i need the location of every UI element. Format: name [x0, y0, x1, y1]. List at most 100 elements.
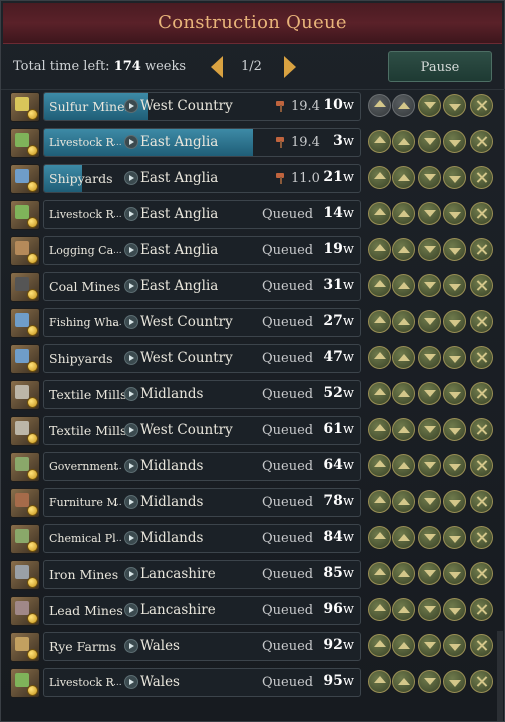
move-down-button[interactable]	[418, 238, 441, 261]
cancel-construction-button[interactable]	[470, 166, 493, 189]
move-down-button[interactable]	[418, 94, 441, 117]
move-down-button[interactable]	[418, 274, 441, 297]
cancel-construction-button[interactable]	[470, 382, 493, 405]
move-to-bottom-button[interactable]	[443, 94, 466, 117]
move-up-button[interactable]	[392, 274, 415, 297]
move-to-bottom-button[interactable]	[443, 130, 466, 153]
move-to-top-button[interactable]	[368, 490, 391, 513]
move-up-button[interactable]	[392, 490, 415, 513]
move-up-button[interactable]	[392, 526, 415, 549]
queue-row[interactable]: Livestock R ... East Anglia 19.4 3w	[1, 127, 505, 161]
move-down-button[interactable]	[418, 346, 441, 369]
cancel-construction-button[interactable]	[470, 310, 493, 333]
move-down-button[interactable]	[418, 598, 441, 621]
construction-progress-bar[interactable]: Sulfur Mines West Country 19.4 10w	[43, 92, 361, 121]
queue-row[interactable]: Sulfur Mines West Country 19.4 10w	[1, 91, 505, 125]
queue-row[interactable]: Livestock R ... East Anglia Queued 14w	[1, 199, 505, 233]
cancel-construction-button[interactable]	[470, 562, 493, 585]
pause-button[interactable]: Pause	[388, 51, 492, 82]
construction-progress-bar[interactable]: Livestock R ... East Anglia Queued 14w	[43, 200, 361, 229]
queue-row[interactable]: Textile Mills Midlands Queued 52w	[1, 379, 505, 413]
cancel-construction-button[interactable]	[470, 202, 493, 225]
move-down-button[interactable]	[418, 202, 441, 225]
move-to-top-button[interactable]	[368, 274, 391, 297]
cancel-construction-button[interactable]	[470, 130, 493, 153]
move-to-top-button[interactable]	[368, 310, 391, 333]
queue-row[interactable]: Lead Mines Lancashire Queued 96w	[1, 595, 505, 629]
move-to-top-button[interactable]	[368, 418, 391, 441]
move-to-bottom-button[interactable]	[443, 490, 466, 513]
move-up-button[interactable]	[392, 346, 415, 369]
construction-progress-bar[interactable]: Logging Ca ... East Anglia Queued 19w	[43, 236, 361, 265]
construction-progress-bar[interactable]: Lead Mines Lancashire Queued 96w	[43, 596, 361, 625]
move-to-bottom-button[interactable]	[443, 346, 466, 369]
queue-row[interactable]: Fishing Wha ... West Country Queued 27w	[1, 307, 505, 341]
move-to-bottom-button[interactable]	[443, 670, 466, 693]
cancel-construction-button[interactable]	[470, 238, 493, 261]
move-to-bottom-button[interactable]	[443, 238, 466, 261]
cancel-construction-button[interactable]	[470, 418, 493, 441]
move-up-button[interactable]	[392, 202, 415, 225]
move-up-button[interactable]	[392, 310, 415, 333]
move-up-button[interactable]	[392, 382, 415, 405]
construction-progress-bar[interactable]: Shipyards West Country Queued 47w	[43, 344, 361, 373]
queue-row[interactable]: Shipyards East Anglia 11.0 21w	[1, 163, 505, 197]
construction-progress-bar[interactable]: Livestock R ... Wales Queued 95w	[43, 668, 361, 697]
move-to-bottom-button[interactable]	[443, 310, 466, 333]
move-to-top-button[interactable]	[368, 598, 391, 621]
move-down-button[interactable]	[418, 562, 441, 585]
move-to-bottom-button[interactable]	[443, 382, 466, 405]
move-up-button[interactable]	[392, 238, 415, 261]
move-down-button[interactable]	[418, 310, 441, 333]
construction-progress-bar[interactable]: Government ... Midlands Queued 64w	[43, 452, 361, 481]
move-down-button[interactable]	[418, 418, 441, 441]
move-up-button[interactable]	[392, 562, 415, 585]
cancel-construction-button[interactable]	[470, 526, 493, 549]
move-down-button[interactable]	[418, 526, 441, 549]
move-up-button[interactable]	[392, 166, 415, 189]
move-to-bottom-button[interactable]	[443, 526, 466, 549]
move-to-bottom-button[interactable]	[443, 598, 466, 621]
cancel-construction-button[interactable]	[470, 490, 493, 513]
queue-row[interactable]: Logging Ca ... East Anglia Queued 19w	[1, 235, 505, 269]
construction-progress-bar[interactable]: Shipyards East Anglia 11.0 21w	[43, 164, 361, 193]
cancel-construction-button[interactable]	[470, 598, 493, 621]
move-down-button[interactable]	[418, 454, 441, 477]
move-to-top-button[interactable]	[368, 670, 391, 693]
move-to-top-button[interactable]	[368, 634, 391, 657]
construction-progress-bar[interactable]: Textile Mills Midlands Queued 52w	[43, 380, 361, 409]
queue-row[interactable]: Livestock R ... Wales Queued 95w	[1, 667, 505, 701]
move-up-button[interactable]	[392, 94, 415, 117]
move-to-top-button[interactable]	[368, 94, 391, 117]
move-to-top-button[interactable]	[368, 382, 391, 405]
move-to-top-button[interactable]	[368, 454, 391, 477]
queue-row[interactable]: Shipyards West Country Queued 47w	[1, 343, 505, 377]
previous-page-button[interactable]	[211, 56, 223, 78]
move-to-bottom-button[interactable]	[443, 562, 466, 585]
queue-row[interactable]: Coal Mines East Anglia Queued 31w	[1, 271, 505, 305]
construction-progress-bar[interactable]: Livestock R ... East Anglia 19.4 3w	[43, 128, 361, 157]
queue-row[interactable]: Chemical Pl ... Midlands Queued 84w	[1, 523, 505, 557]
cancel-construction-button[interactable]	[470, 346, 493, 369]
construction-progress-bar[interactable]: Rye Farms Wales Queued 92w	[43, 632, 361, 661]
move-to-top-button[interactable]	[368, 202, 391, 225]
cancel-construction-button[interactable]	[470, 670, 493, 693]
cancel-construction-button[interactable]	[470, 454, 493, 477]
move-down-button[interactable]	[418, 130, 441, 153]
move-down-button[interactable]	[418, 490, 441, 513]
construction-progress-bar[interactable]: Fishing Wha ... West Country Queued 27w	[43, 308, 361, 337]
move-to-bottom-button[interactable]	[443, 274, 466, 297]
queue-row[interactable]: Textile Mills West Country Queued 61w	[1, 415, 505, 449]
cancel-construction-button[interactable]	[470, 94, 493, 117]
construction-progress-bar[interactable]: Coal Mines East Anglia Queued 31w	[43, 272, 361, 301]
construction-progress-bar[interactable]: Furniture M ... Midlands Queued 78w	[43, 488, 361, 517]
move-up-button[interactable]	[392, 418, 415, 441]
move-up-button[interactable]	[392, 130, 415, 153]
move-down-button[interactable]	[418, 670, 441, 693]
construction-progress-bar[interactable]: Chemical Pl ... Midlands Queued 84w	[43, 524, 361, 553]
move-to-top-button[interactable]	[368, 526, 391, 549]
move-up-button[interactable]	[392, 670, 415, 693]
cancel-construction-button[interactable]	[470, 274, 493, 297]
move-up-button[interactable]	[392, 598, 415, 621]
move-up-button[interactable]	[392, 634, 415, 657]
